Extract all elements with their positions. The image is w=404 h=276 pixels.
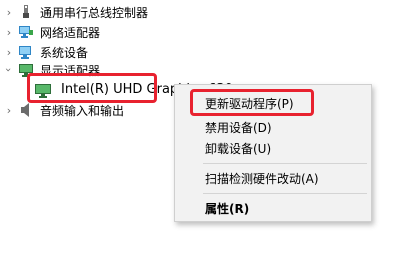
chevron-right-icon[interactable]: › (3, 104, 15, 117)
tree-item-usb-controllers[interactable]: › 通用串行总线控制器 (0, 2, 200, 22)
tree-item-label: 通用串行总线控制器 (40, 5, 149, 20)
tree-item-system-devices[interactable]: › 系统设备 (0, 42, 200, 62)
menu-item-scan-hardware[interactable]: 扫描检测硬件改动(A) (205, 169, 319, 189)
menu-item-update-driver[interactable]: 更新驱动程序(P) (205, 94, 294, 114)
tree-item-network-adapters[interactable]: › 网络适配器 (0, 22, 200, 42)
tree-item-audio-io[interactable]: › 音频输入和输出 (0, 100, 200, 120)
menu-separator (203, 193, 367, 194)
menu-item-uninstall-device[interactable]: 卸载设备(U) (205, 139, 271, 159)
tree-item-display-adapters[interactable]: › 显示适配器 (0, 60, 200, 80)
menu-item-properties[interactable]: 属性(R) (205, 199, 249, 219)
menu-item-disable-device[interactable]: 禁用设备(D) (205, 118, 272, 138)
menu-separator (203, 163, 367, 164)
display-adapter-icon (18, 62, 34, 78)
usb-controller-icon (18, 4, 34, 20)
chevron-right-icon[interactable]: › (3, 46, 15, 59)
context-menu: 更新驱动程序(P) 禁用设备(D) 卸载设备(U) 扫描检测硬件改动(A) 属性… (174, 84, 372, 222)
tree-item-label: 系统设备 (40, 45, 89, 60)
chevron-down-icon[interactable]: › (3, 64, 16, 76)
chevron-right-icon[interactable]: › (3, 26, 15, 39)
monitor-icon (34, 82, 52, 98)
device-manager-screenshot: › 通用串行总线控制器 › 网络适配器 › 系统设备 › 显示适配器 Intel… (0, 0, 404, 276)
system-device-icon (18, 44, 34, 60)
network-adapter-icon (18, 24, 34, 40)
chevron-right-icon[interactable]: › (3, 6, 15, 19)
audio-io-icon (18, 102, 34, 118)
tree-item-label: 网络适配器 (40, 25, 101, 40)
tree-item-label: 音频输入和输出 (40, 103, 125, 118)
tree-item-label: 显示适配器 (40, 63, 101, 78)
